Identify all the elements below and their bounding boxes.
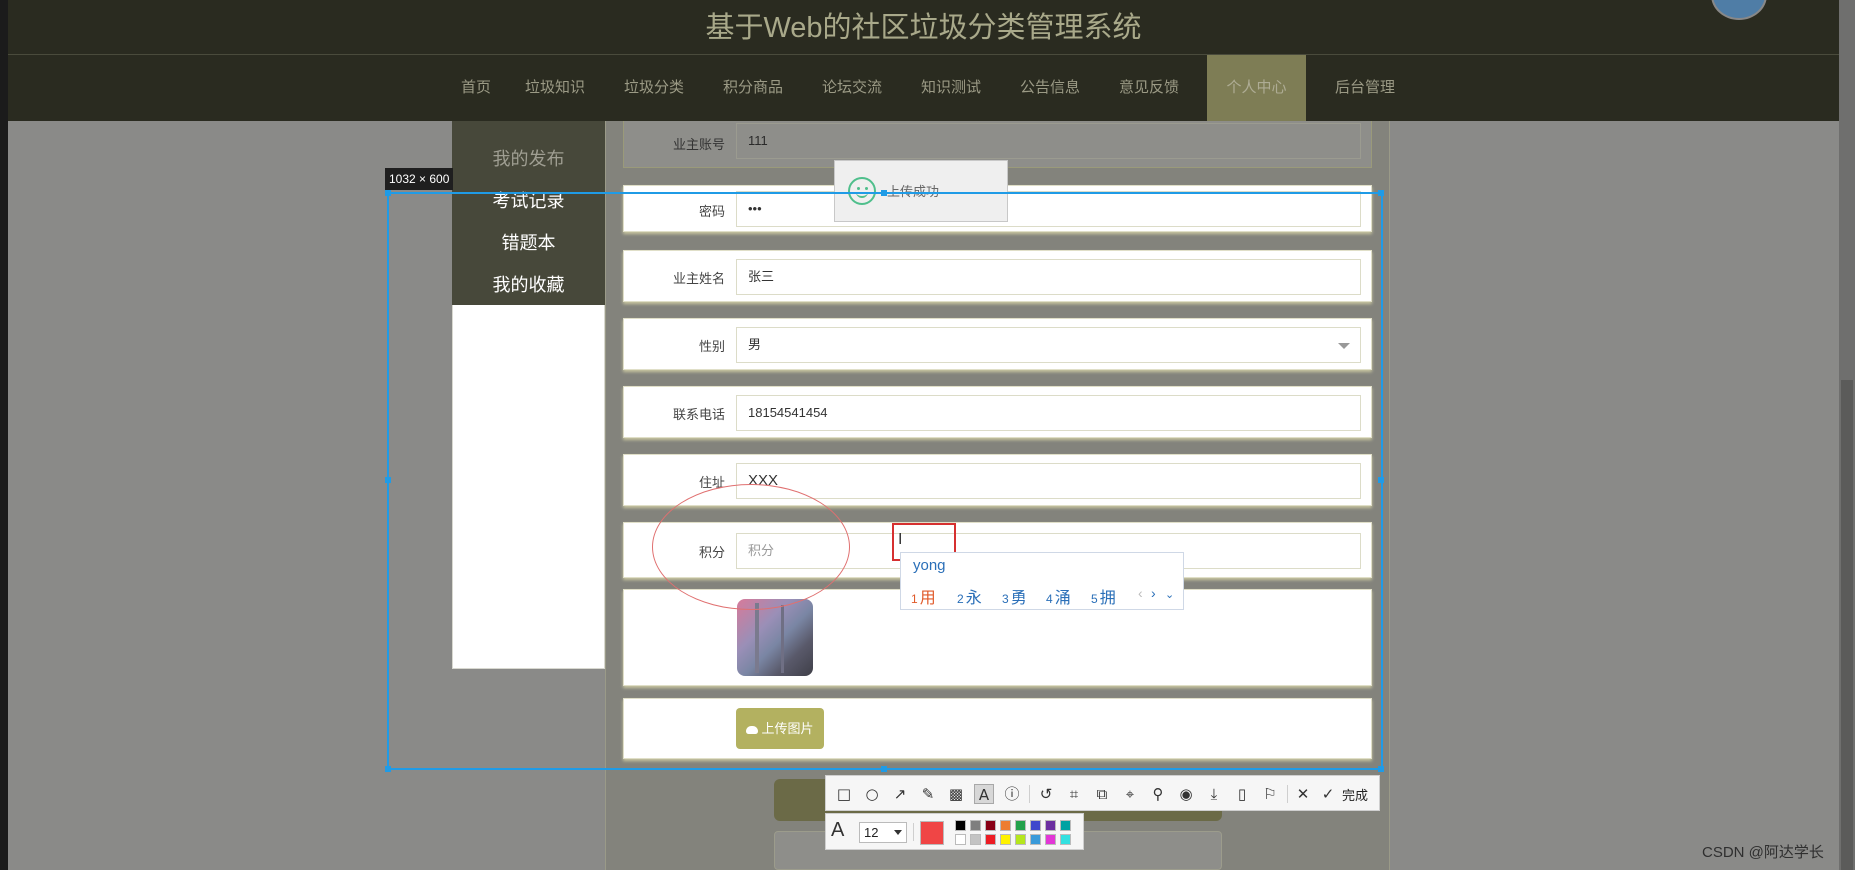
- color-swatch[interactable]: [1000, 834, 1011, 845]
- resize-handle[interactable]: [385, 766, 391, 772]
- color-swatch[interactable]: [1000, 820, 1011, 831]
- bookmark-icon[interactable]: ⚐: [1260, 784, 1280, 804]
- translate-icon[interactable]: ⧉: [1092, 784, 1112, 804]
- pin-icon[interactable]: ⚲: [1148, 784, 1168, 804]
- nav-item-points-goods[interactable]: 积分商品: [705, 55, 801, 121]
- scrollbar-thumb[interactable]: [1841, 380, 1853, 870]
- nav-item-knowledge-test[interactable]: 知识测试: [903, 55, 999, 121]
- screenshot-selection[interactable]: [387, 192, 1383, 770]
- color-swatch[interactable]: [1015, 834, 1026, 845]
- save-icon[interactable]: ▯: [1232, 784, 1252, 804]
- undo-icon[interactable]: ↺: [1036, 784, 1056, 804]
- resize-handle[interactable]: [1378, 190, 1384, 196]
- account-field[interactable]: 111: [736, 123, 1361, 159]
- resize-handle[interactable]: [385, 190, 391, 196]
- color-swatch[interactable]: [1030, 834, 1041, 845]
- font-icon: A: [831, 819, 845, 841]
- mosaic-icon[interactable]: ▩: [946, 784, 966, 804]
- text-icon[interactable]: A: [974, 784, 994, 804]
- ime-candidate-window: yong 1用 2永 3勇 4涌 5拥 ‹ › ⌄: [900, 552, 1184, 610]
- color-swatch[interactable]: [985, 820, 996, 831]
- color-swatch[interactable]: [985, 834, 996, 845]
- pencil-icon[interactable]: ✎: [918, 784, 938, 804]
- close-icon[interactable]: ✕: [1293, 784, 1313, 804]
- screenshot-toolbar: □ ○ ↗ ✎ ▩ A ⓘ ↺ ⌗ ⧉ ⌖ ⚲ ◉ ⤓ ▯ ⚐ ✕ ✓ 完成: [825, 775, 1380, 811]
- window-edge-left: [0, 0, 8, 870]
- sidebar-item-my-posts[interactable]: 我的发布: [452, 145, 605, 171]
- resize-handle[interactable]: [881, 766, 887, 772]
- watermark-text: CSDN @阿达学长: [1702, 844, 1824, 861]
- chevron-down-icon[interactable]: ⌄: [1165, 588, 1174, 601]
- nav-item-announcements[interactable]: 公告信息: [1002, 55, 1098, 121]
- color-swatch[interactable]: [955, 820, 966, 831]
- font-size-select[interactable]: 12: [859, 822, 907, 843]
- nav-item-admin[interactable]: 后台管理: [1317, 55, 1413, 121]
- ime-candidate[interactable]: 2永: [957, 584, 982, 608]
- color-swatch[interactable]: [1045, 834, 1056, 845]
- number-icon[interactable]: ⓘ: [1002, 784, 1022, 804]
- resize-handle[interactable]: [1378, 477, 1384, 483]
- download-icon[interactable]: ⤓: [1204, 784, 1224, 804]
- color-swatch[interactable]: [1060, 834, 1071, 845]
- toolbar-divider: [913, 823, 914, 841]
- nav-item-forum[interactable]: 论坛交流: [804, 55, 900, 121]
- nav-item-feedback[interactable]: 意见反馈: [1101, 55, 1197, 121]
- chevron-left-icon[interactable]: ‹: [1138, 585, 1143, 601]
- done-button[interactable]: 完成: [1342, 785, 1368, 804]
- screen-record-icon[interactable]: ⌖: [1120, 784, 1140, 804]
- chevron-right-icon[interactable]: ›: [1151, 585, 1156, 601]
- site-title: 基于Web的社区垃圾分类管理系统: [705, 12, 1142, 44]
- color-swatch[interactable]: [1030, 820, 1041, 831]
- nav-item-garbage-classification[interactable]: 垃圾分类: [606, 55, 702, 121]
- toolbar-divider: [1029, 785, 1030, 803]
- color-swatch[interactable]: [955, 834, 966, 845]
- ime-candidate[interactable]: 4涌: [1046, 584, 1071, 608]
- ime-candidate[interactable]: 5拥: [1091, 584, 1116, 608]
- color-swatch[interactable]: [970, 834, 981, 845]
- record-icon[interactable]: ◉: [1176, 784, 1196, 804]
- resize-handle[interactable]: [1378, 766, 1384, 772]
- color-swatch[interactable]: [1015, 820, 1026, 831]
- selection-size-label: 1032 × 600: [385, 168, 454, 190]
- current-color-swatch[interactable]: [920, 821, 944, 845]
- ocr-icon[interactable]: ⌗: [1064, 784, 1084, 804]
- ime-composition: yong: [913, 557, 946, 574]
- nav-item-garbage-knowledge[interactable]: 垃圾知识: [507, 55, 603, 121]
- text-style-toolbar: A 12: [825, 813, 1084, 850]
- site-header: 基于Web的社区垃圾分类管理系统: [8, 0, 1839, 55]
- text-cursor-icon: I: [898, 531, 903, 548]
- resize-handle[interactable]: [881, 190, 887, 196]
- rectangle-icon[interactable]: □: [834, 784, 854, 804]
- chevron-down-icon: [894, 830, 902, 835]
- resize-handle[interactable]: [385, 477, 391, 483]
- arrow-icon[interactable]: ↗: [890, 784, 910, 804]
- field-label: 业主账号: [672, 137, 725, 152]
- toolbar-divider: [1287, 785, 1288, 803]
- font-size-value: 12: [864, 825, 879, 840]
- nav-item-home[interactable]: 首页: [443, 55, 509, 121]
- nav-item-personal-center[interactable]: 个人中心: [1207, 55, 1306, 121]
- ime-candidate[interactable]: 1用: [911, 584, 936, 608]
- ellipse-annotation[interactable]: [652, 484, 850, 610]
- check-icon[interactable]: ✓: [1318, 784, 1338, 804]
- main-nav: 首页 垃圾知识 垃圾分类 积分商品 论坛交流 知识测试 公告信息 意见反馈 个人…: [8, 55, 1839, 121]
- ellipse-icon[interactable]: ○: [862, 784, 882, 804]
- color-swatch[interactable]: [1060, 820, 1071, 831]
- color-swatch[interactable]: [1045, 820, 1056, 831]
- ime-candidate[interactable]: 3勇: [1002, 584, 1027, 608]
- color-swatch[interactable]: [970, 820, 981, 831]
